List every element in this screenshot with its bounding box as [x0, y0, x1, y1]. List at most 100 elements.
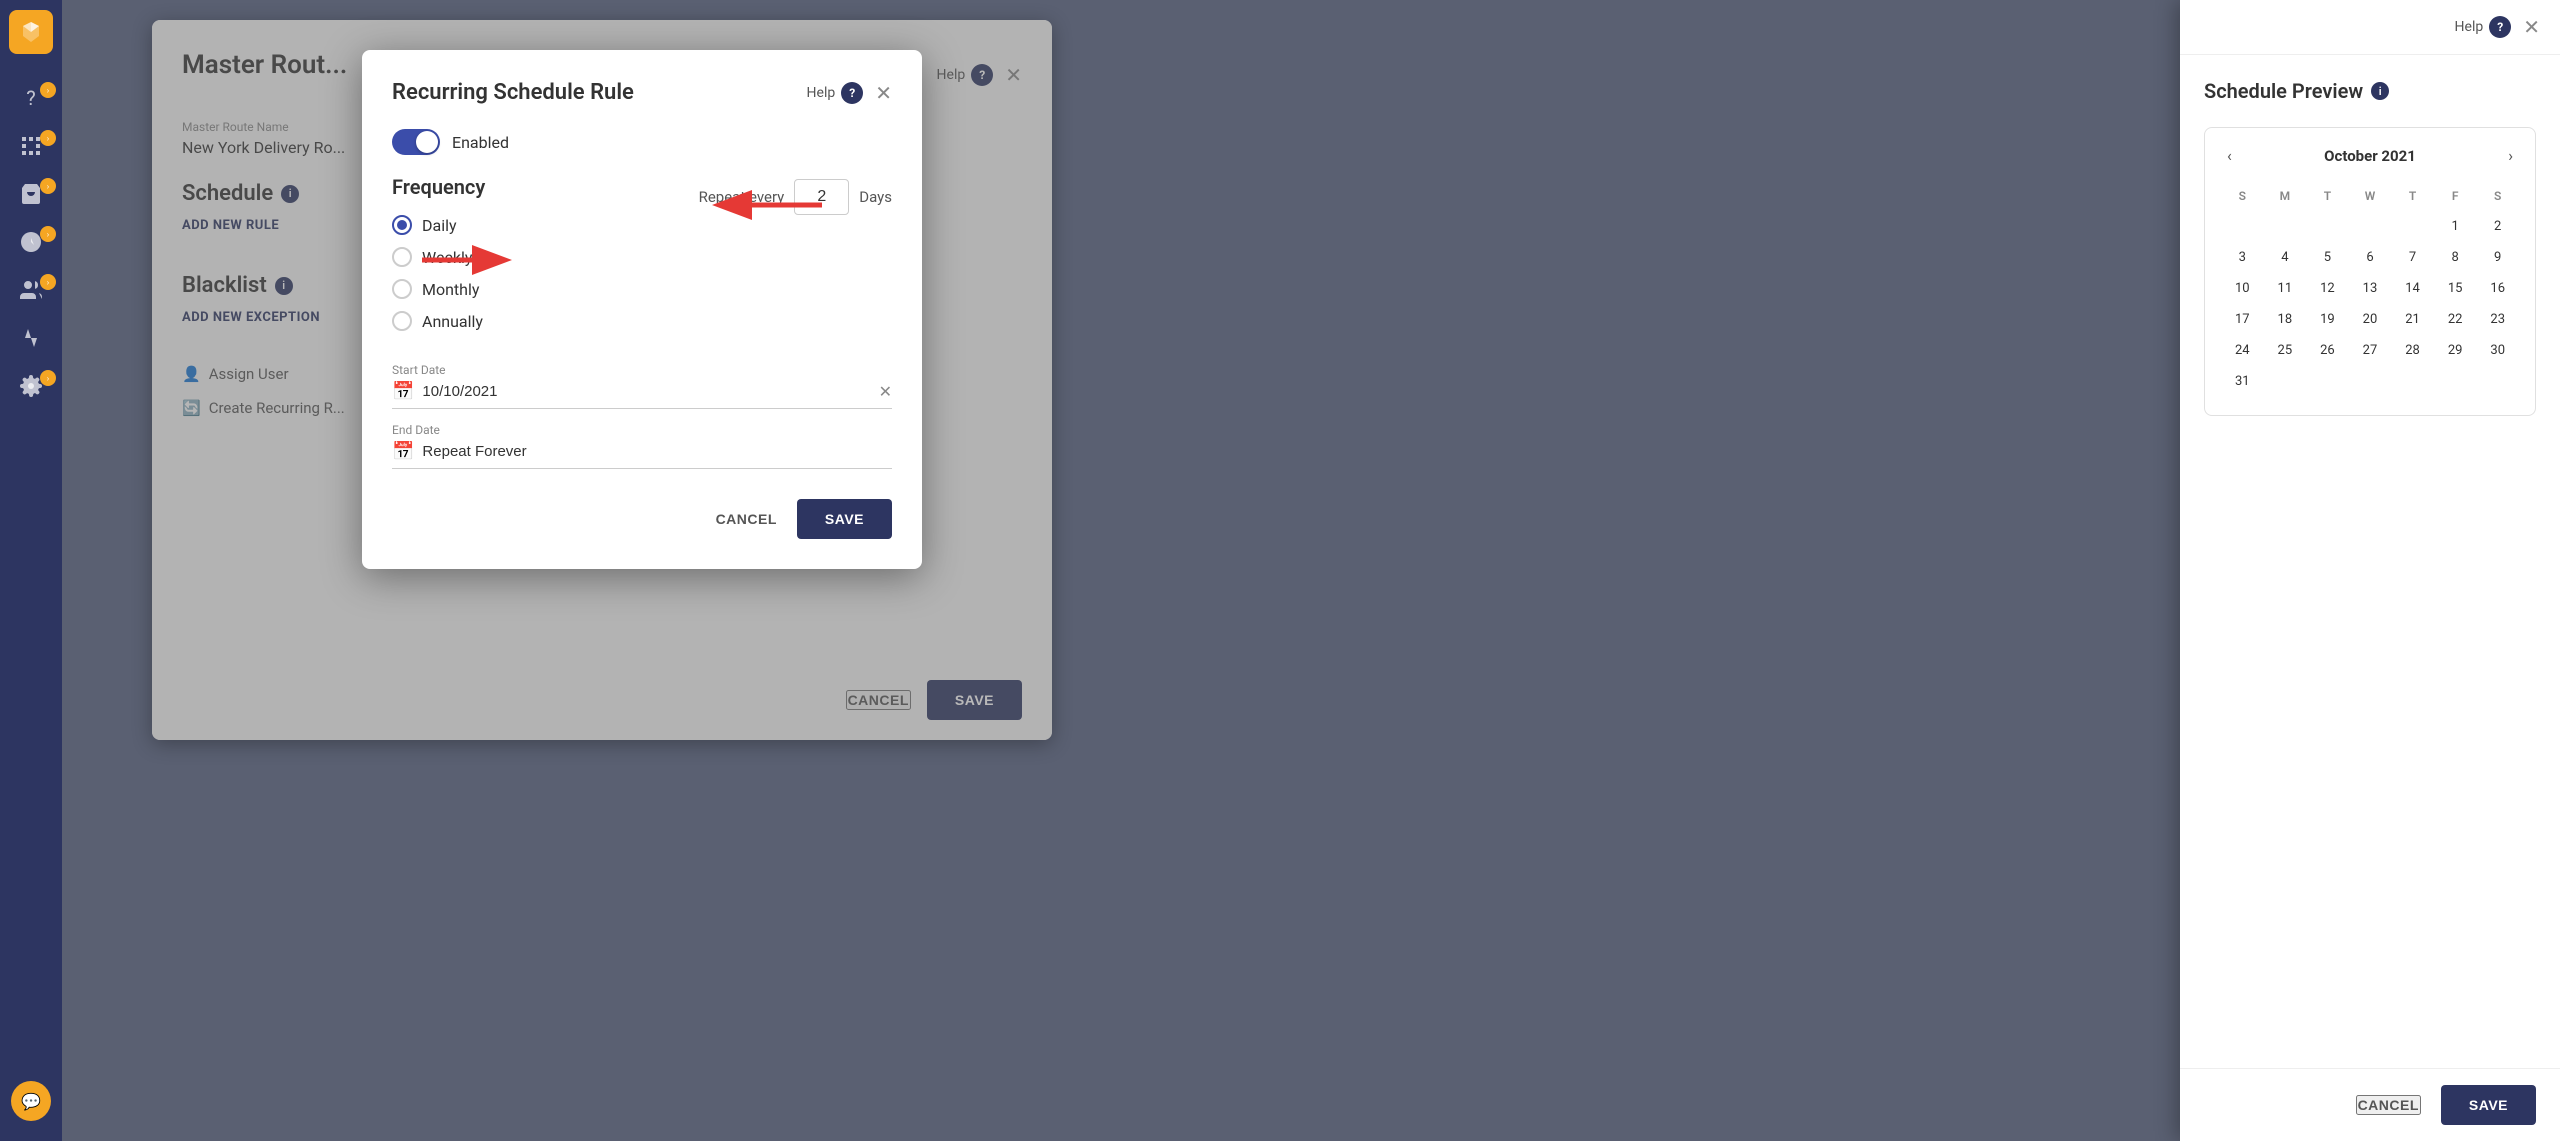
dialog-header: Recurring Schedule Rule Help ? ✕: [392, 80, 892, 105]
frequency-section: Frequency Daily Weekly Monthly: [392, 175, 892, 343]
cal-day-8[interactable]: 8: [2434, 244, 2477, 271]
sidebar-settings-badge: ›: [40, 370, 56, 386]
cal-day-1[interactable]: 1: [2434, 213, 2477, 240]
cal-day-empty: [2221, 213, 2264, 240]
repeat-label: Repeat every: [699, 188, 785, 206]
cal-day-20[interactable]: 20: [2349, 306, 2392, 333]
sidebar-users-badge: ›: [40, 274, 56, 290]
cal-day-23[interactable]: 23: [2476, 306, 2519, 333]
repeat-input[interactable]: [794, 179, 849, 215]
dialog-save-button[interactable]: SAVE: [797, 499, 892, 539]
cal-day-24[interactable]: 24: [2221, 337, 2264, 364]
cal-day-empty: [2476, 368, 2519, 395]
dialog-close-button[interactable]: ✕: [875, 83, 892, 103]
radio-monthly[interactable]: Monthly: [392, 279, 659, 299]
cal-day-25[interactable]: 25: [2264, 337, 2307, 364]
start-date-label: Start Date: [392, 363, 892, 377]
frequency-title: Frequency: [392, 175, 659, 199]
cal-day-16[interactable]: 16: [2476, 275, 2519, 302]
cal-day-10[interactable]: 10: [2221, 275, 2264, 302]
radio-monthly-label: Monthly: [422, 280, 479, 299]
cal-day-4[interactable]: 4: [2264, 244, 2307, 271]
preview-save-button[interactable]: SAVE: [2441, 1085, 2536, 1125]
cal-day-28[interactable]: 28: [2391, 337, 2434, 364]
preview-help-icon: ?: [2489, 16, 2511, 38]
cal-day-31[interactable]: 31: [2221, 368, 2264, 395]
cal-day-21[interactable]: 21: [2391, 306, 2434, 333]
right-panel-header: Help ? ✕: [2180, 0, 2560, 55]
radio-weekly[interactable]: Weekly: [392, 247, 659, 267]
cal-day-empty: [2391, 368, 2434, 395]
cal-day-empty: [2306, 368, 2349, 395]
sidebar-item-users[interactable]: ›: [0, 266, 62, 314]
chat-button[interactable]: 💬: [11, 1081, 51, 1121]
schedule-preview-panel: Help ? ✕ Schedule Preview i ‹ October 20…: [2180, 0, 2560, 1141]
calendar-prev[interactable]: ‹: [2221, 144, 2238, 167]
cal-day-5[interactable]: 5: [2306, 244, 2349, 271]
cal-day-14[interactable]: 14: [2391, 275, 2434, 302]
cal-day-19[interactable]: 19: [2306, 306, 2349, 333]
cal-day-11[interactable]: 11: [2264, 275, 2307, 302]
radio-annually[interactable]: Annually: [392, 311, 659, 331]
sidebar-item-routes[interactable]: ›: [0, 122, 62, 170]
dialog-title: Recurring Schedule Rule: [392, 80, 634, 105]
radio-weekly-circle: [392, 247, 412, 267]
dialog-help-label: Help: [807, 85, 836, 101]
sidebar-item-help[interactable]: ? ›: [0, 74, 62, 122]
cal-day-7[interactable]: 7: [2391, 244, 2434, 271]
end-date-input[interactable]: [422, 443, 892, 460]
cal-day-26[interactable]: 26: [2306, 337, 2349, 364]
sidebar-item-cart[interactable]: ›: [0, 170, 62, 218]
dialog-help-icon: ?: [841, 82, 863, 104]
cal-day-empty: [2349, 213, 2392, 240]
repeat-unit: Days: [859, 188, 892, 206]
calendar-next[interactable]: ›: [2502, 144, 2519, 167]
radio-annually-label: Annually: [422, 312, 483, 331]
right-panel-footer: CANCEL SAVE: [2180, 1068, 2560, 1141]
sidebar-cart-badge: ›: [40, 178, 56, 194]
cal-day-13[interactable]: 13: [2349, 275, 2392, 302]
cal-day-15[interactable]: 15: [2434, 275, 2477, 302]
cal-day-empty: [2391, 213, 2434, 240]
start-date-input-row: 📅 ✕: [392, 381, 892, 409]
cal-day-27[interactable]: 27: [2349, 337, 2392, 364]
cal-day-6[interactable]: 6: [2349, 244, 2392, 271]
sidebar: ? › › › › › › 💬: [0, 0, 62, 1141]
radio-daily-label: Daily: [422, 216, 457, 235]
preview-cancel-button[interactable]: CANCEL: [2356, 1095, 2421, 1115]
cal-day-empty: [2264, 368, 2307, 395]
cal-day-17[interactable]: 17: [2221, 306, 2264, 333]
cal-day-22[interactable]: 22: [2434, 306, 2477, 333]
frequency-left: Frequency Daily Weekly Monthly: [392, 175, 659, 343]
cal-day-2[interactable]: 2: [2476, 213, 2519, 240]
cal-day-3[interactable]: 3: [2221, 244, 2264, 271]
logo[interactable]: [9, 10, 53, 54]
start-date-input[interactable]: [422, 383, 870, 400]
sidebar-item-dispatch[interactable]: ›: [0, 218, 62, 266]
sidebar-item-settings[interactable]: ›: [0, 362, 62, 410]
preview-help-label: Help: [2455, 19, 2484, 35]
end-date-label: End Date: [392, 423, 892, 437]
start-date-field: Start Date 📅 ✕: [392, 363, 892, 409]
cal-week-6: 31: [2221, 368, 2519, 395]
toggle-knob: [416, 131, 438, 153]
dialog-help-button[interactable]: Help ?: [807, 82, 864, 104]
cal-day-18[interactable]: 18: [2264, 306, 2307, 333]
preview-close-button[interactable]: ✕: [2523, 17, 2540, 37]
sidebar-item-analytics[interactable]: [0, 314, 62, 362]
preview-help-button[interactable]: Help ?: [2455, 16, 2512, 38]
cal-week-1: 1 2: [2221, 213, 2519, 240]
cal-day-30[interactable]: 30: [2476, 337, 2519, 364]
sidebar-routes-badge: ›: [40, 130, 56, 146]
calendar-grid: S M T W T F S 1: [2221, 183, 2519, 395]
cal-header-w: W: [2349, 183, 2392, 209]
repeat-row: Repeat every Days: [699, 179, 892, 215]
cal-day-9[interactable]: 9: [2476, 244, 2519, 271]
enabled-toggle[interactable]: [392, 129, 440, 155]
radio-daily[interactable]: Daily: [392, 215, 659, 235]
dialog-cancel-button[interactable]: CANCEL: [716, 511, 777, 527]
start-date-clear[interactable]: ✕: [879, 382, 892, 401]
preview-calendar: ‹ October 2021 › S M T W T F S: [2204, 127, 2536, 416]
cal-day-29[interactable]: 29: [2434, 337, 2477, 364]
cal-day-12[interactable]: 12: [2306, 275, 2349, 302]
